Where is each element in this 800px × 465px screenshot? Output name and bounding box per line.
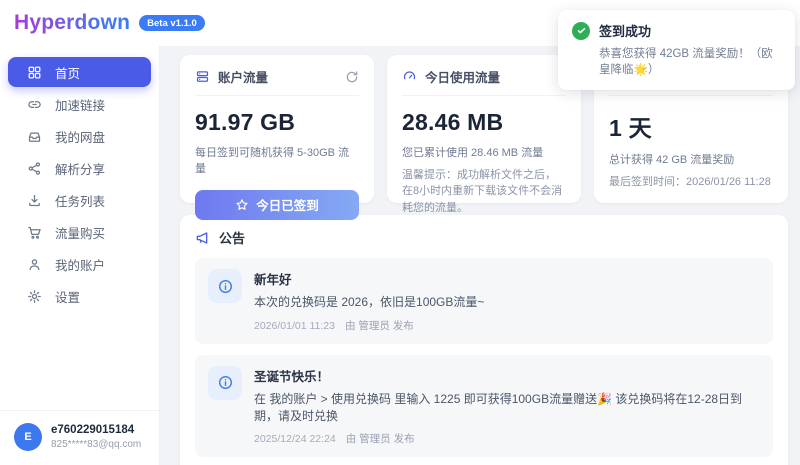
announcement-title: 新年好 bbox=[254, 273, 292, 287]
sidebar-item-task-list[interactable]: 任务列表 bbox=[8, 185, 151, 215]
avatar: E bbox=[14, 423, 42, 451]
today-usage-value: 28.46 MB bbox=[402, 109, 504, 135]
megaphone-icon bbox=[195, 230, 211, 246]
signin-button-label: 今日已签到 bbox=[256, 199, 319, 214]
signin-button[interactable]: 今日已签到 bbox=[195, 189, 359, 220]
user-email: 825*****83@qq.com bbox=[51, 438, 142, 450]
card-title: 今日使用流量 bbox=[425, 71, 501, 85]
sidebar-item-label: 我的网盘 bbox=[55, 130, 106, 145]
gear-icon bbox=[27, 289, 42, 304]
gauge-icon bbox=[402, 69, 417, 84]
sidebar-item-buy-traffic[interactable]: 流量购买 bbox=[8, 217, 151, 247]
announcement-body: 本次的兑换码是 2026，依旧是100GB流量~ bbox=[254, 295, 485, 309]
sidebar-item-parse-share[interactable]: 解析分享 bbox=[8, 153, 151, 183]
today-usage-desc: 您已累计使用 28.46 MB 流量 bbox=[402, 147, 544, 159]
signin-success-toast: 签到成功 恭喜您获得 42GB 流量奖励！（欧皇降临🌟） bbox=[558, 10, 795, 91]
server-icon bbox=[195, 69, 210, 84]
drive-icon bbox=[27, 129, 42, 144]
sidebar-item-home[interactable]: 首页 bbox=[8, 57, 151, 87]
share-icon bbox=[27, 161, 42, 176]
toast-message: 恭喜您获得 42GB 流量奖励！（欧皇降临🌟） bbox=[599, 48, 773, 76]
sidebar-item-label: 设置 bbox=[55, 290, 81, 305]
account-traffic-card: 账户流量 91.97 GB 每日签到可随机获得 5-30GB 流量 今日已签到 bbox=[180, 55, 374, 220]
star-icon bbox=[235, 198, 249, 212]
announcement-time: 2025/12/24 22:24 bbox=[254, 433, 336, 446]
sidebar-item-label: 解析分享 bbox=[55, 162, 106, 177]
announcement-title: 圣诞节快乐！ bbox=[254, 369, 330, 384]
account-traffic-value: 91.97 GB bbox=[195, 109, 296, 135]
announcement-item[interactable]: 圣诞节快乐！ 在 我的账户 > 使用兑换码 里输入 1225 即可获得100GB… bbox=[195, 354, 773, 458]
sidebar-item-label: 首页 bbox=[55, 66, 81, 81]
today-usage-tip: 温馨提示：成功解析文件之后，在8小时内重新下载该文件不会消耗您的流量。 bbox=[402, 168, 563, 214]
user-icon bbox=[27, 257, 42, 272]
check-circle-icon bbox=[572, 21, 590, 40]
signin-last-time: 最后签到时间：2026/01/26 11:28 bbox=[609, 175, 771, 188]
account-traffic-desc: 每日签到可随机获得 5-30GB 流量 bbox=[195, 147, 350, 175]
app-logo: Hyperdown bbox=[14, 11, 131, 34]
sidebar-item-label: 加速链接 bbox=[55, 98, 106, 113]
sidebar-item-label: 我的账户 bbox=[55, 258, 106, 273]
toast-title: 签到成功 bbox=[599, 24, 652, 39]
announcement-time: 2026/01/01 11:23 bbox=[254, 319, 335, 332]
cart-icon bbox=[27, 225, 42, 240]
announcements-title: 公告 bbox=[219, 231, 246, 246]
grid-icon bbox=[27, 65, 42, 80]
announcement-publisher: 由 管理员 发布 bbox=[345, 433, 415, 446]
announcements-panel: 公告 新年好 本次的兑换码是 2026，依旧是100GB流量~ 2026/01/… bbox=[180, 215, 788, 465]
signin-days-value: 1 天 bbox=[609, 115, 652, 141]
version-badge: Beta v1.1.0 bbox=[139, 15, 205, 31]
sidebar-item-settings[interactable]: 设置 bbox=[8, 281, 151, 311]
sidebar-user-card[interactable]: E e760229015184 825*****83@qq.com bbox=[0, 410, 160, 465]
card-title: 账户流量 bbox=[218, 71, 269, 85]
info-icon bbox=[208, 365, 242, 400]
link-icon bbox=[27, 97, 42, 112]
download-icon bbox=[27, 193, 42, 208]
sidebar-item-my-drive[interactable]: 我的网盘 bbox=[8, 121, 151, 151]
announcement-item[interactable]: 新年好 本次的兑换码是 2026，依旧是100GB流量~ 2026/01/01 … bbox=[195, 258, 773, 344]
info-icon bbox=[208, 269, 242, 303]
signin-total-desc: 总计获得 42 GB 流量奖励 bbox=[609, 154, 735, 166]
refresh-icon[interactable] bbox=[345, 70, 359, 84]
sidebar-item-label: 流量购买 bbox=[55, 226, 106, 241]
sidebar: 首页 加速链接 我的网盘 解析分享 任务列表 流量购买 我的账户 设置 E e7… bbox=[0, 46, 160, 465]
today-usage-card: 今日使用流量 28.46 MB 您已累计使用 28.46 MB 流量 温馨提示：… bbox=[387, 55, 581, 214]
announcement-meta: 2026/01/01 11:23 由 管理员 发布 bbox=[254, 318, 484, 333]
user-name: e760229015184 bbox=[51, 424, 135, 437]
sidebar-item-label: 任务列表 bbox=[55, 194, 106, 209]
sidebar-item-my-account[interactable]: 我的账户 bbox=[8, 249, 151, 279]
announcement-meta: 2025/12/24 22:24 由 管理员 发布 bbox=[254, 431, 760, 446]
app-window: — ▢ ✕ Hyperdown Beta v1.1.0 签到成功 恭喜您获得 4… bbox=[0, 0, 800, 465]
main-content: 账户流量 91.97 GB 每日签到可随机获得 5-30GB 流量 今日已签到 bbox=[160, 46, 800, 465]
announcement-publisher: 由 管理员 发布 bbox=[344, 319, 414, 332]
announcement-body: 在 我的账户 > 使用兑换码 里输入 1225 即可获得100GB流量赠送🎉 该… bbox=[254, 391, 743, 423]
sidebar-item-accelerate-link[interactable]: 加速链接 bbox=[8, 89, 151, 119]
